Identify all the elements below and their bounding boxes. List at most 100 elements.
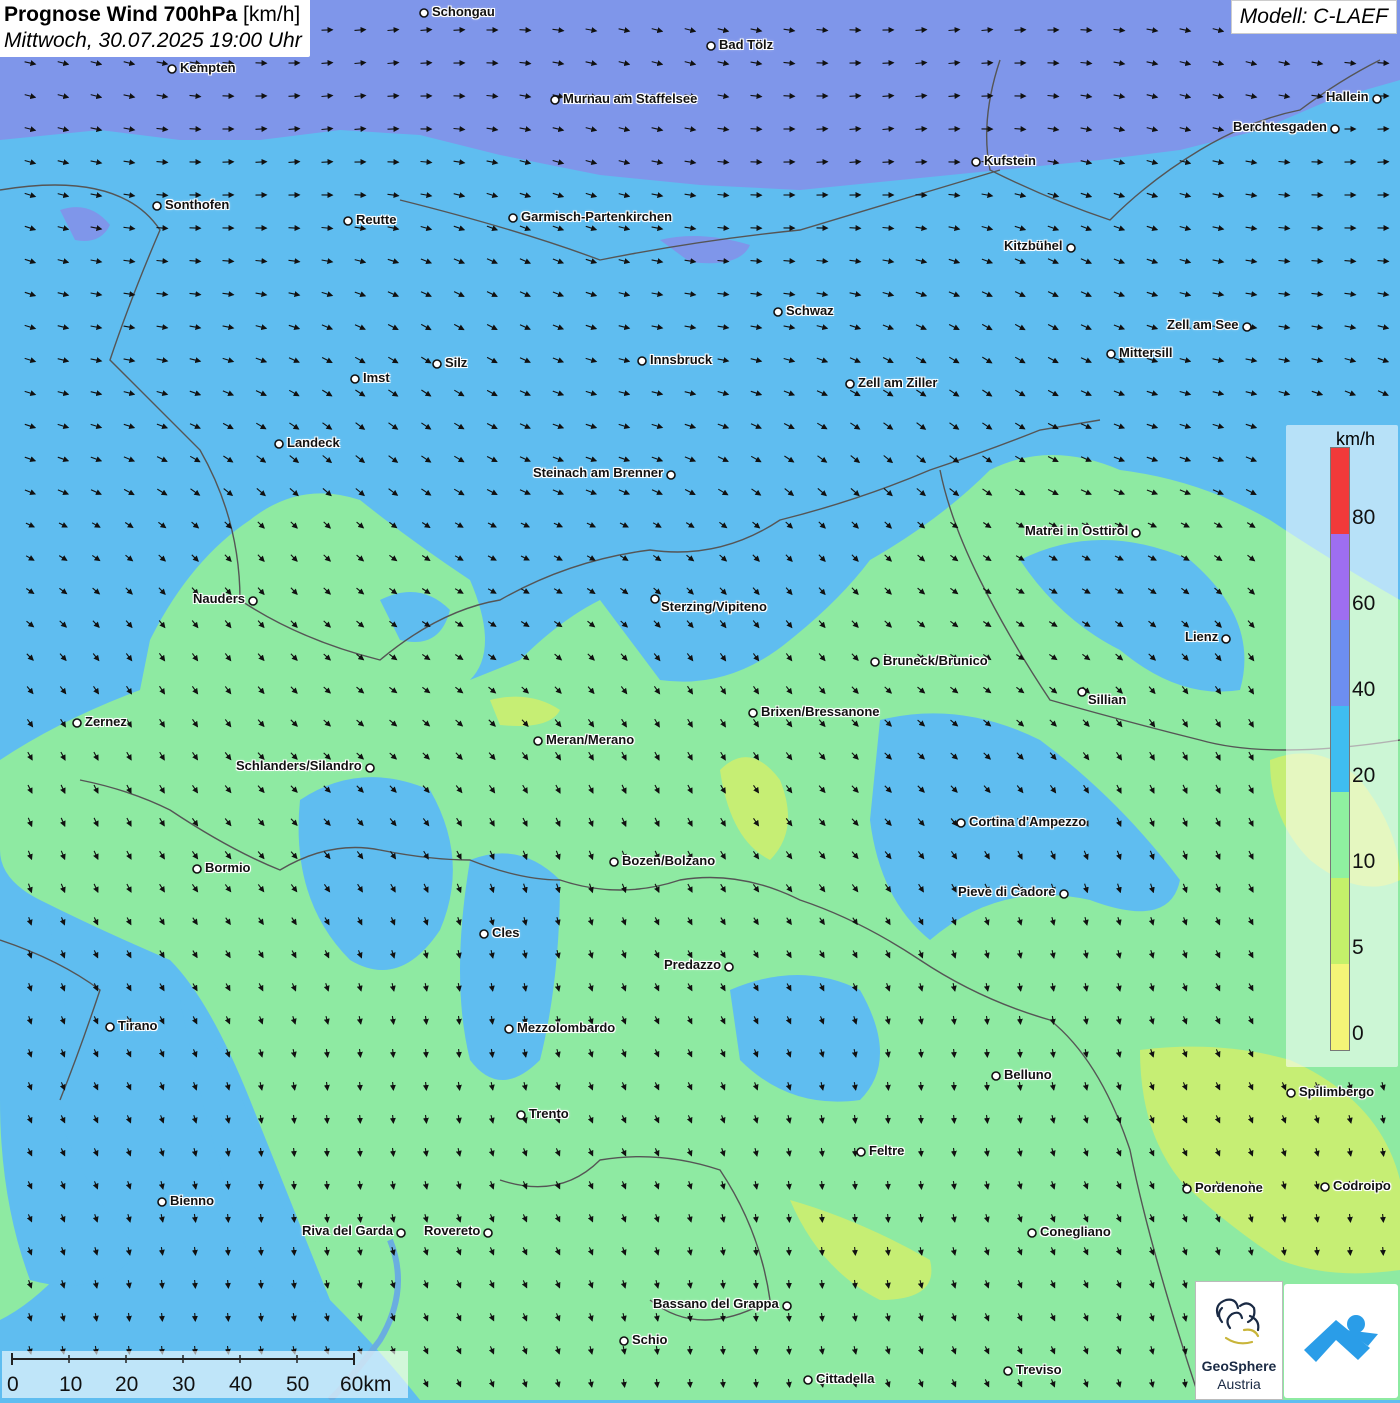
city-marker [1004,1367,1012,1375]
city-label: Bormio [205,861,251,875]
city-marker [992,1072,1000,1080]
city-marker [1078,688,1086,696]
legend-swatch-80 [1331,448,1349,534]
city-marker [517,1111,525,1119]
city-marker [651,595,659,603]
city-marker [366,764,374,772]
weather-app-logo[interactable] [1284,1284,1398,1398]
city-marker [1321,1183,1329,1191]
city-marker [397,1229,405,1237]
city-marker [433,360,441,368]
city-marker [957,819,965,827]
city-label: Bienno [170,1194,214,1208]
city-marker [804,1376,812,1384]
city-label: Sterzing/Vipiteno [661,600,767,614]
city-marker [749,709,757,717]
city-marker [344,217,352,225]
city-marker [725,963,733,971]
city-label: Kempten [180,61,236,75]
city-marker [480,930,488,938]
city-marker [1287,1089,1295,1097]
city-label: Brixen/Bressanone [761,705,880,719]
city-label: Bad Tölz [719,38,773,52]
city-marker [484,1229,492,1237]
city-marker [972,158,980,166]
color-legend: km/h 80 60 40 20 10 5 0 [1286,425,1398,1067]
city-marker [73,719,81,727]
weather-app-logo-icon [1284,1284,1398,1398]
geosphere-logo[interactable]: GeoSphere Austria [1195,1281,1283,1400]
city-label: Bassano del Grappa [653,1297,779,1311]
legend-swatch-0 [1331,964,1349,1050]
city-label: Mezzolombardo [517,1021,615,1035]
city-label: Treviso [1016,1363,1062,1377]
city-label: Silz [445,356,467,370]
city-label: Bruneck/Brunico [883,654,988,668]
scale-label-20: 20 [115,1373,138,1397]
city-marker [846,380,854,388]
city-marker [158,1198,166,1206]
city-label: Pieve di Cadore [958,885,1056,899]
city-label: Kitzbühel [1004,239,1063,253]
city-label: Landeck [287,436,340,450]
city-marker [106,1023,114,1031]
title-box: Prognose Wind 700hPa [km/h] Mittwoch, 30… [0,0,310,57]
city-label: Lienz [1185,630,1218,644]
forecast-datetime: Mittwoch, 30.07.2025 19:00 Uhr [4,29,302,53]
city-label: Imst [363,371,390,385]
city-marker [1028,1229,1036,1237]
legend-swatch-40 [1331,620,1349,706]
city-label: Spilimbergo [1299,1085,1374,1099]
legend-tick-10: 10 [1352,850,1375,874]
city-marker [1132,529,1140,537]
city-label: Matrei in Osttirol [1025,524,1128,538]
legend-swatch-20 [1331,706,1349,792]
city-label: Zell am Ziller [858,376,937,390]
city-label: Steinach am Brenner [533,466,663,480]
city-label: Zernez [85,715,127,729]
city-marker [551,96,559,104]
city-label: Kufstein [984,154,1036,168]
city-marker [153,202,161,210]
city-label: Bozen/Bolzano [622,854,715,868]
city-label: Schio [632,1333,667,1347]
legend-bar [1330,447,1350,1051]
scale-label-50: 50 [286,1373,309,1397]
city-marker [275,440,283,448]
city-label: Sillian [1088,693,1126,707]
legend-tick-80: 80 [1352,506,1375,530]
city-label: Pordenone [1195,1181,1263,1195]
geosphere-logo-icon [1196,1286,1282,1358]
city-marker [249,597,257,605]
city-label: Schongau [432,5,495,19]
city-label: Riva del Garda [302,1224,393,1238]
city-marker [1183,1185,1191,1193]
city-marker [193,865,201,873]
city-label: Feltre [869,1144,904,1158]
city-label: Belluno [1004,1068,1052,1082]
city-label: Mittersill [1119,346,1172,360]
scale-label-30: 30 [172,1373,195,1397]
city-label: Berchtesgaden [1233,120,1327,134]
city-label: Schwaz [786,304,834,318]
city-marker [783,1302,791,1310]
city-marker [610,858,618,866]
legend-tick-5: 5 [1352,936,1364,960]
city-marker [620,1337,628,1345]
city-label: Hallein [1326,90,1369,104]
page-title: Prognose Wind 700hPa [km/h] [4,3,302,27]
city-marker [638,357,646,365]
city-label: Tirano [118,1019,158,1033]
model-label: Modell: C-LAEF [1231,0,1397,34]
city-label: Innsbruck [650,353,712,367]
city-marker [168,65,176,73]
city-marker [871,658,879,666]
city-marker [351,375,359,383]
city-marker [1107,350,1115,358]
logo-text-line2: Austria [1196,1376,1282,1392]
city-marker [1060,890,1068,898]
city-marker [1222,635,1230,643]
city-marker [509,214,517,222]
city-label: Trento [529,1107,569,1121]
city-marker [667,471,675,479]
